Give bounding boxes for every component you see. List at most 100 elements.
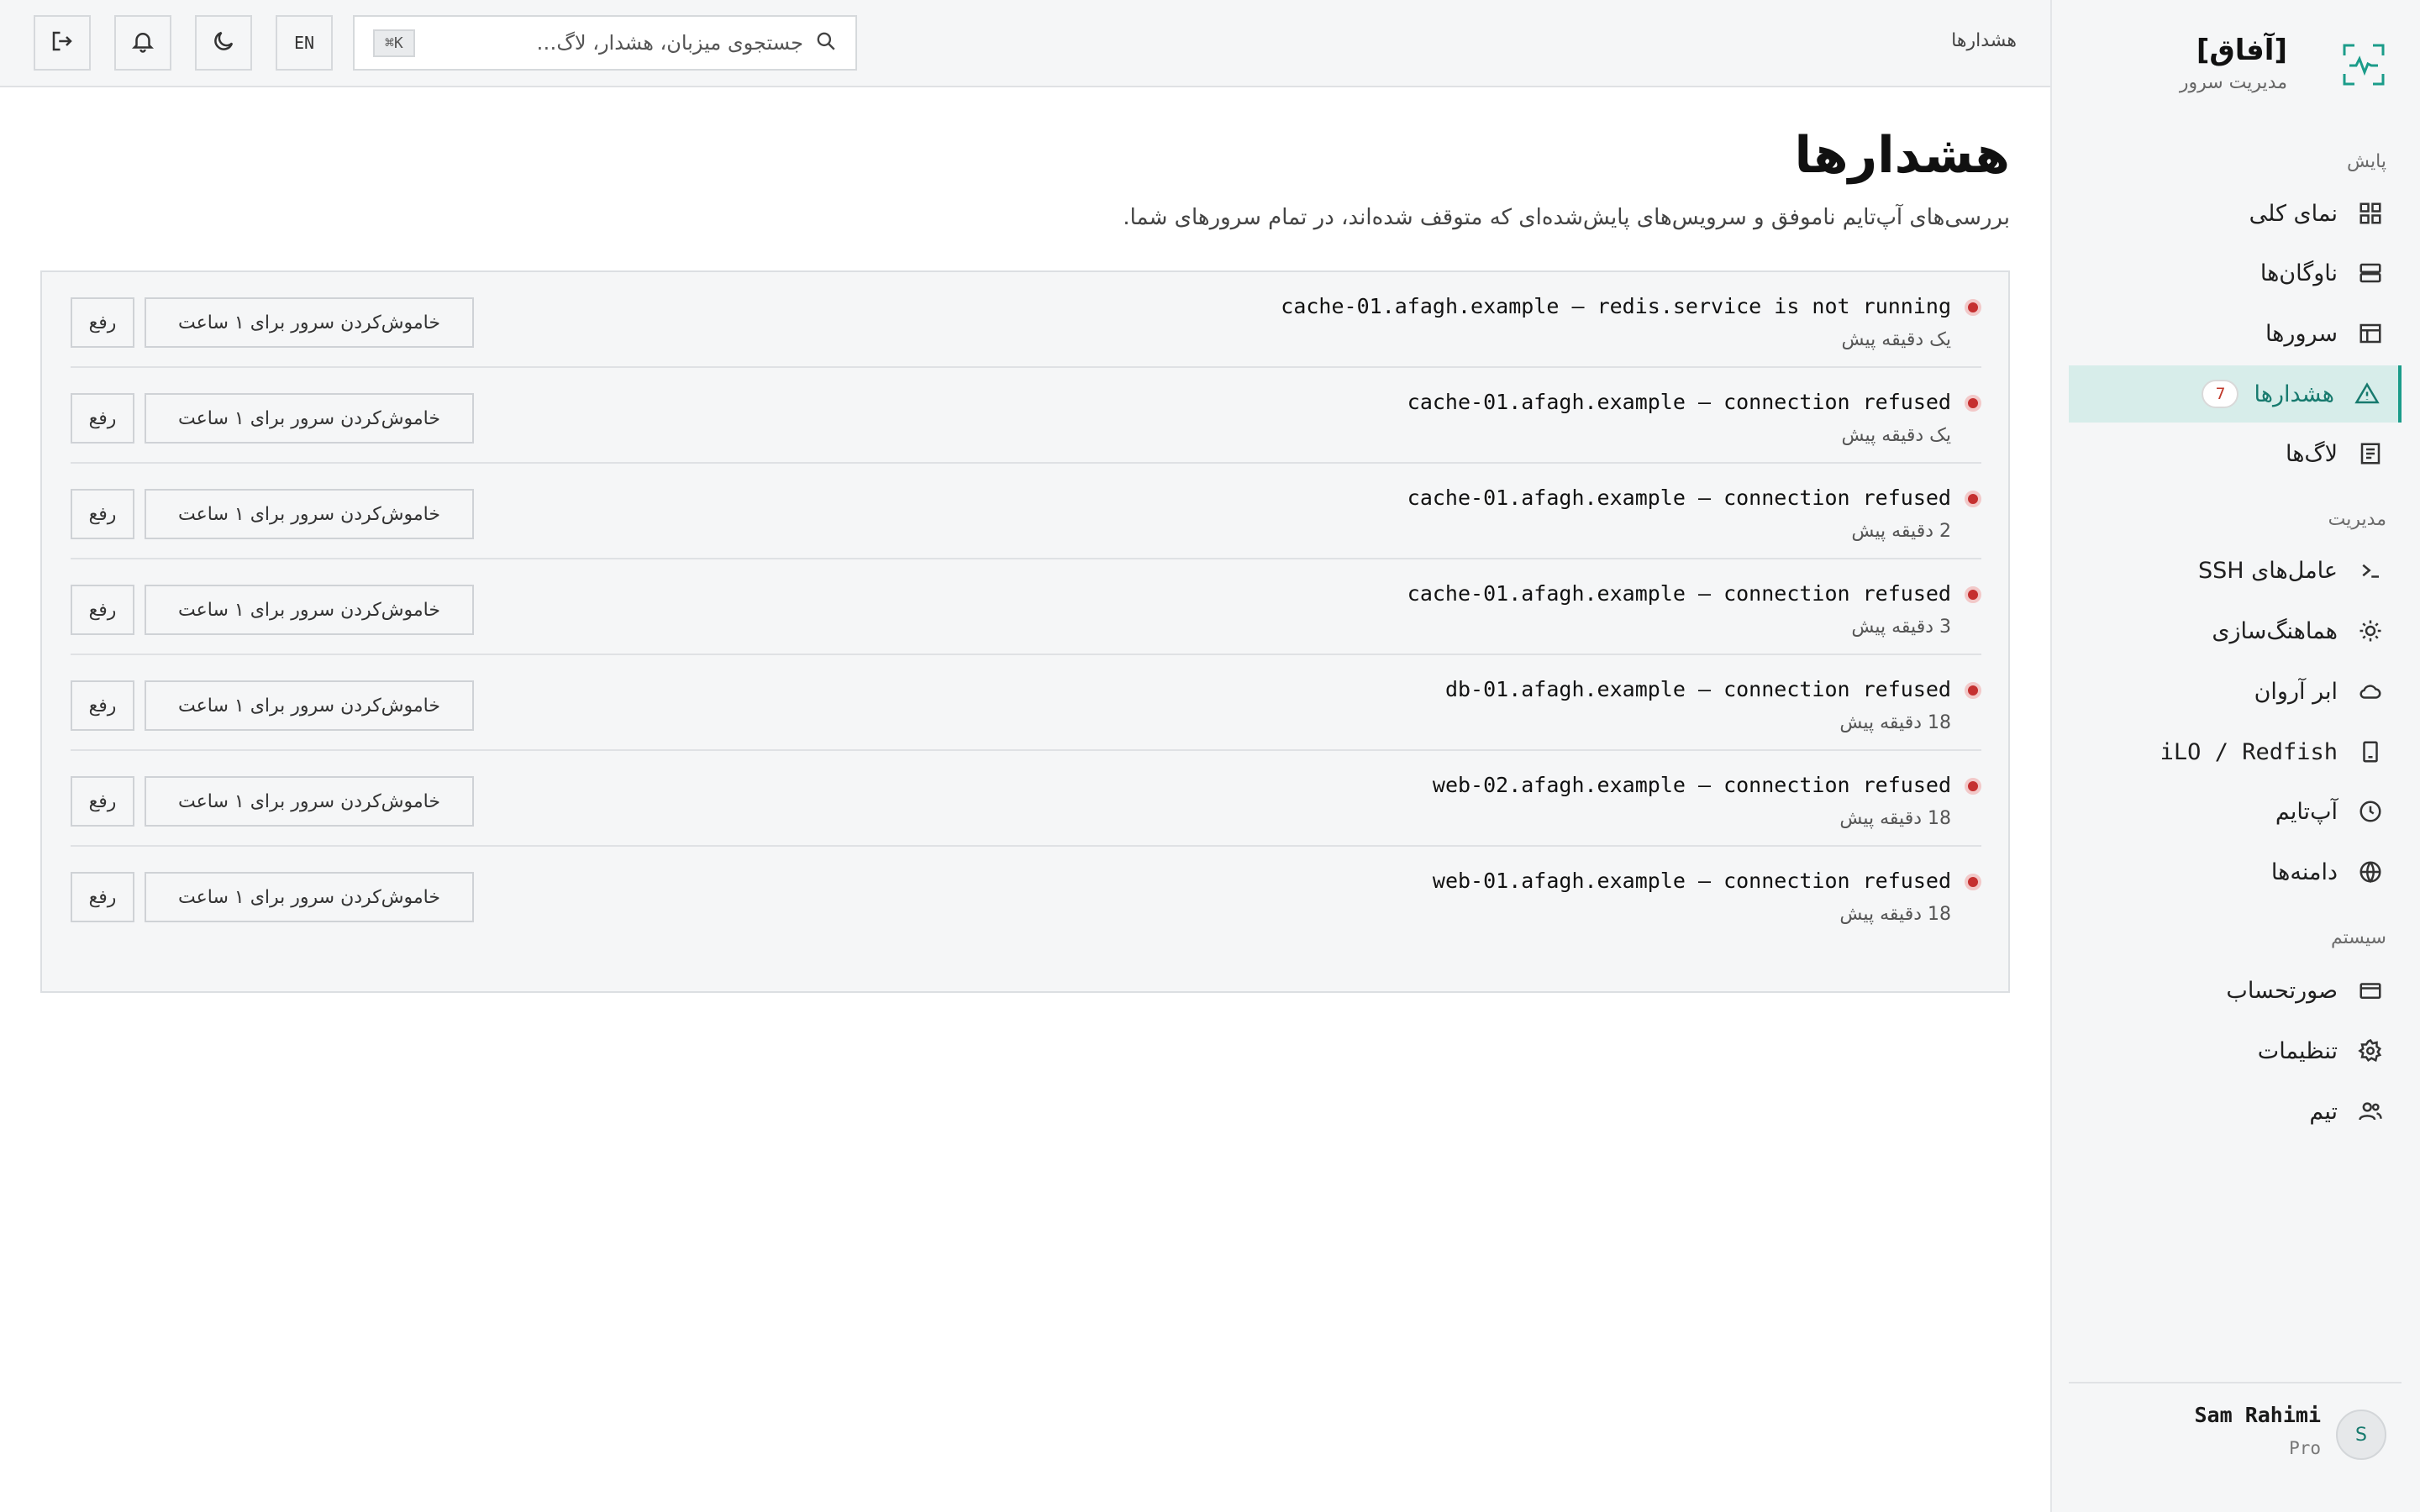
mute-server-button[interactable]: خاموش‌کردن سرور برای ۱ ساعت [145,872,474,922]
mute-server-button[interactable]: خاموش‌کردن سرور برای ۱ ساعت [145,680,474,731]
sidebar-item-sync[interactable]: هماهنگ‌سازی [2069,602,2402,659]
sidebar-item-ssh-agents[interactable]: عامل‌های SSH [2069,542,2402,599]
sidebar-item-label: هماهنگ‌سازی [2212,617,2338,644]
search-icon [815,30,837,55]
alert-title: cache-01.afagh.example — connection refu… [1407,486,1951,510]
server-stack-icon [2356,259,2385,287]
user-profile[interactable]: S Sam Rahimi Pro [2084,1401,2386,1468]
logout-button[interactable] [34,15,91,71]
alert-time: 18 دقیقه پیش [1839,808,1951,829]
sun-icon [2356,617,2385,645]
sidebar-item-servers[interactable]: سرورها [2069,305,2402,362]
grid-icon [2356,199,2385,228]
alert-title: web-02.afagh.example — connection refuse… [1432,773,1951,797]
sidebar-item-label: آپ‌تایم [2275,798,2338,825]
avatar: S [2336,1410,2386,1460]
alert-title: cache-01.afagh.example — connection refu… [1407,581,1951,606]
sidebar-item-fleets[interactable]: ناوگان‌ها [2069,244,2402,302]
alert-time: یک دقیقه پیش [1841,329,1952,350]
search-placeholder: جستجوی میزبان، هشدار، لاگ… [536,31,803,55]
alert-row: cache-01.afagh.example — connection refu… [71,368,1981,464]
alert-title: cache-01.afagh.example — connection refu… [1407,390,1951,414]
theme-toggle-button[interactable] [195,15,252,71]
sidebar-item-label: ابر آروان [2254,678,2338,705]
theme-moon-icon [211,29,236,57]
resolve-button[interactable]: رفع [71,585,134,635]
nav-section-monitoring: پایش [2347,151,2386,172]
gear-icon [2356,1037,2385,1065]
resolve-button[interactable]: رفع [71,680,134,731]
users-icon [2356,1097,2385,1126]
page-subtitle: بررسی‌های آپ‌تایم ناموفق و سرویس‌های پای… [1123,205,2010,230]
alert-time: 18 دقیقه پیش [1839,904,1951,925]
alert-row: web-01.afagh.example — connection refuse… [71,847,1981,942]
resolve-button[interactable]: رفع [71,393,134,444]
notifications-button[interactable] [114,15,171,71]
sidebar-item-domains[interactable]: دامنه‌ها [2069,843,2402,900]
sidebar-item-label: دامنه‌ها [2270,858,2338,885]
sidebar-item-arvan-cloud[interactable]: ابر آروان [2069,663,2402,720]
sidebar-item-logs[interactable]: لاگ‌ها [2069,425,2402,482]
resolve-button[interactable]: رفع [71,872,134,922]
sidebar-item-settings[interactable]: تنظیمات [2069,1022,2402,1079]
globe-icon [2356,858,2385,886]
mute-server-button[interactable]: خاموش‌کردن سرور برای ۱ ساعت [145,489,474,539]
sidebar-item-label: iLO / Redfish [2160,738,2338,765]
sidebar-item-label: سرورها [2265,320,2338,347]
sidebar: [آفاق] مدیریت سرور پایش نمای کلی ناوگان‌… [2050,0,2420,1512]
alert-title: web-01.afagh.example — connection refuse… [1432,869,1951,893]
search-input[interactable]: جستجوی میزبان، هشدار، لاگ… ⌘K [353,15,857,71]
alert-status-dot [1965,874,1981,890]
sidebar-item-uptime[interactable]: آپ‌تایم [2069,783,2402,840]
alert-title: cache-01.afagh.example — redis.service i… [1281,294,1951,318]
alerts-count-badge: 7 [2202,380,2239,408]
sidebar-item-team[interactable]: تیم [2069,1083,2402,1140]
mute-server-button[interactable]: خاموش‌کردن سرور برای ۱ ساعت [145,393,474,444]
sidebar-item-label: نمای کلی [2249,200,2338,227]
sidebar-item-label: صورتحساب [2226,977,2338,1004]
brand-name: [آفاق] [2196,34,2287,67]
alert-time: 18 دقیقه پیش [1839,712,1951,733]
sidebar-item-ilo-redfish[interactable]: iLO / Redfish [2069,723,2402,780]
alert-row: cache-01.afagh.example — connection refu… [71,464,1981,559]
mute-server-button[interactable]: خاموش‌کردن سرور برای ۱ ساعت [145,585,474,635]
logout-icon [50,29,75,57]
sidebar-item-alerts[interactable]: هشدارها 7 [2069,365,2402,423]
nav-section-management: مدیریت [2328,509,2386,530]
log-icon [2356,439,2385,468]
nav-section-system: سیستم [2331,927,2386,948]
clock-icon [2356,797,2385,826]
page-title: هشدارها [1794,126,2010,185]
table-icon [2356,319,2385,348]
alert-status-dot [1965,586,1981,603]
sidebar-item-label: هشدارها [2254,381,2334,407]
alert-row: cache-01.afagh.example — redis.service i… [71,272,1981,368]
mute-server-button[interactable]: خاموش‌کردن سرور برای ۱ ساعت [145,297,474,348]
alert-status-dot [1965,395,1981,412]
resolve-button[interactable]: رفع [71,297,134,348]
cloud-icon [2356,677,2385,706]
sidebar-item-billing[interactable]: صورتحساب [2069,962,2402,1019]
sidebar-item-label: تیم [2309,1098,2338,1125]
alert-status-dot [1965,491,1981,507]
sidebar-item-label: ناوگان‌ها [2260,260,2338,286]
language-label: EN [293,33,315,53]
sidebar-item-overview[interactable]: نمای کلی [2069,185,2402,242]
alert-row: web-02.afagh.example — connection refuse… [71,751,1981,847]
pulse-logo-icon [2341,42,2386,87]
alert-time: یک دقیقه پیش [1841,425,1952,446]
sidebar-item-label: عامل‌های SSH [2197,557,2338,584]
breadcrumb: هشدارها [1951,30,2017,51]
alert-row: db-01.afagh.example — connection refused… [71,655,1981,751]
sidebar-item-label: تنظیمات [2257,1037,2338,1064]
resolve-button[interactable]: رفع [71,776,134,827]
resolve-button[interactable]: رفع [71,489,134,539]
alert-status-dot [1965,778,1981,795]
card-icon [2356,976,2385,1005]
brand[interactable]: [آفاق] مدیریت سرور [2086,34,2386,109]
sidebar-divider [2069,1382,2402,1383]
mute-server-button[interactable]: خاموش‌کردن سرور برای ۱ ساعت [145,776,474,827]
device-icon [2356,738,2385,766]
alert-time: 3 دقیقه پیش [1851,617,1951,638]
language-toggle-button[interactable]: EN [276,15,333,71]
